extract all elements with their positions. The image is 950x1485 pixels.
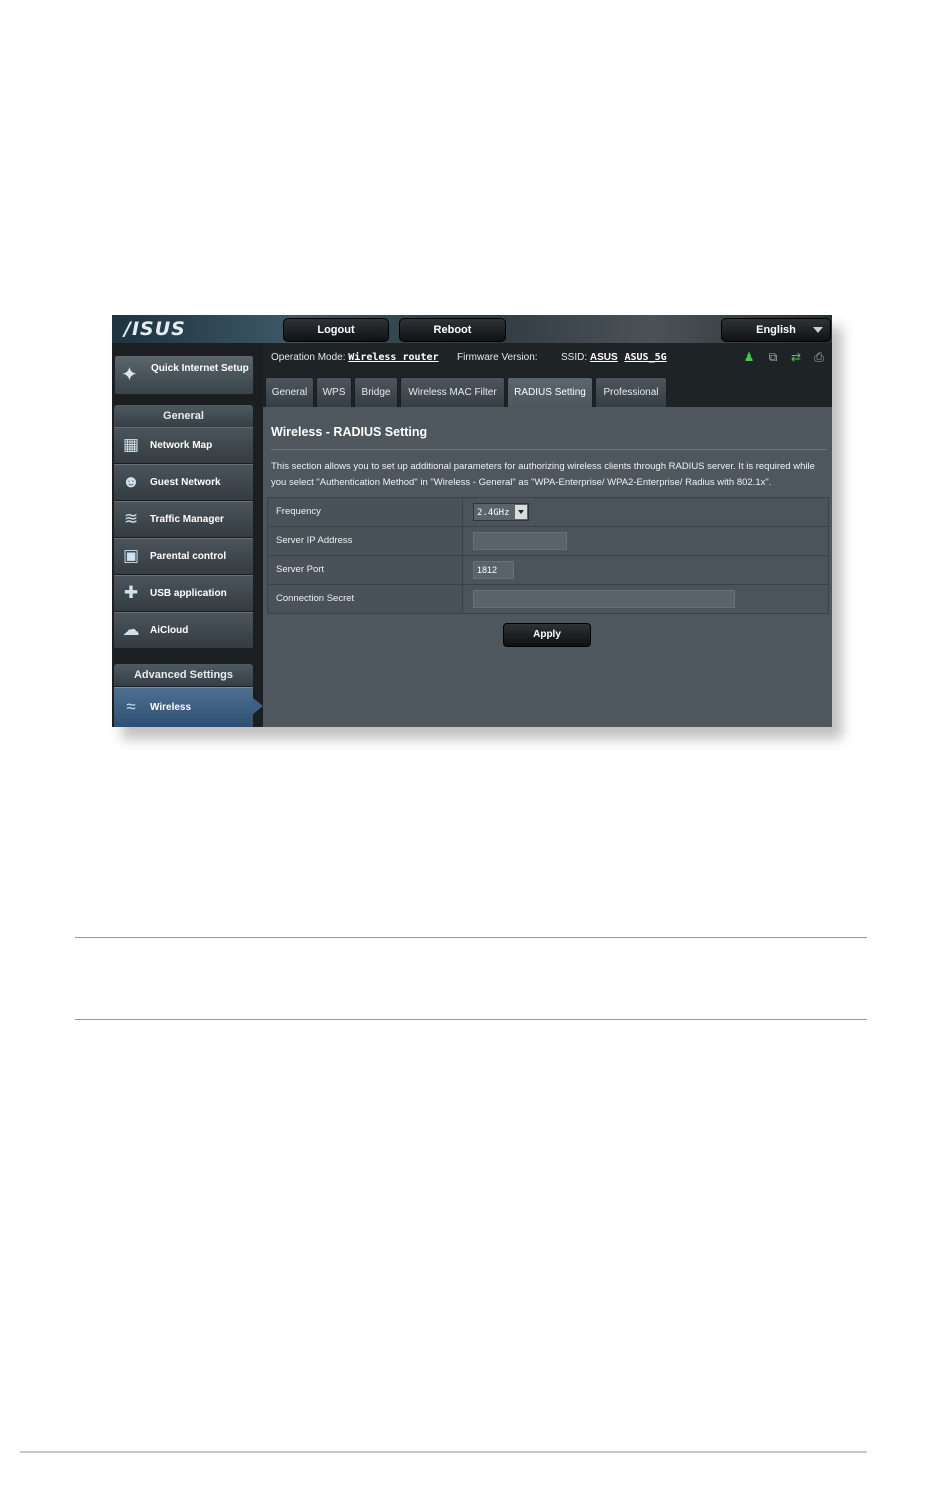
description-line-1: This section allows you to set up additi… — [271, 461, 815, 472]
form-row-server-port: Server Port — [268, 556, 828, 585]
server-ip-label: Server IP Address — [268, 527, 463, 555]
sidebar-item-guest-network[interactable]: ☻ Guest Network — [114, 464, 253, 501]
form-row-frequency: Frequency 2.4GHz — [268, 498, 828, 527]
cloud-icon: ☁ — [122, 620, 140, 639]
frequency-select[interactable]: 2.4GHz — [473, 503, 529, 521]
sidebar-item-label: Guest Network — [150, 477, 221, 488]
user-status-icon[interactable]: ♟ — [741, 349, 757, 365]
tab-professional[interactable]: Professional — [595, 377, 667, 407]
ssid-info: SSID: ASUS ASUS_5G — [561, 352, 667, 363]
devices-status-icon[interactable]: ⧉ — [765, 349, 781, 365]
wifi-icon: ≈ — [126, 697, 136, 716]
page-description: This section allows you to set up additi… — [271, 459, 831, 491]
sidebar-item-label: Parental control — [150, 551, 227, 562]
advanced-settings-heading: Advanced Settings — [114, 664, 253, 686]
operation-mode-label: Operation Mode: — [271, 352, 346, 363]
document-rule-middle — [75, 1019, 867, 1020]
chevron-down-icon — [515, 505, 527, 519]
description-line-2: you select "Authentication Method" in "W… — [271, 477, 772, 488]
operation-mode: Operation Mode: Wireless router — [271, 352, 439, 363]
title-divider — [271, 449, 827, 450]
general-heading: General — [114, 405, 253, 427]
usb-status-icon[interactable]: ⇄ — [788, 349, 804, 365]
sidebar-item-network-map[interactable]: ▦ Network Map — [114, 427, 253, 464]
ssid-link-1[interactable]: ASUS — [590, 352, 618, 363]
server-port-input[interactable] — [473, 561, 514, 579]
top-bar: /ISUS Logout Reboot English — [112, 315, 832, 343]
page-title: Wireless - RADIUS Setting — [271, 425, 428, 439]
network-map-icon: ▦ — [122, 435, 140, 454]
sidebar-item-wireless[interactable]: ≈ Wireless — [114, 687, 263, 727]
document-rule-bottom — [20, 1451, 867, 1453]
sidebar-item-parental-control[interactable]: ▣ Parental control — [114, 538, 253, 575]
server-port-label: Server Port — [268, 556, 463, 584]
chevron-down-icon — [813, 327, 823, 333]
logout-button[interactable]: Logout — [283, 318, 389, 342]
frequency-value: 2.4GHz — [477, 508, 510, 518]
quick-internet-setup-label: Quick Internet Setup — [151, 363, 249, 374]
tab-general[interactable]: General — [265, 377, 314, 407]
sidebar-item-traffic-manager[interactable]: ≋ Traffic Manager — [114, 501, 253, 538]
language-value: English — [756, 324, 796, 336]
tab-wireless-mac-filter[interactable]: Wireless MAC Filter — [400, 377, 505, 407]
guest-network-icon: ☻ — [122, 472, 140, 491]
usb-puzzle-icon: ✚ — [123, 583, 139, 602]
wand-icon: ✦ — [121, 364, 138, 386]
firmware-version-label: Firmware Version: — [457, 352, 538, 363]
asus-logo: /ISUS — [124, 318, 186, 340]
sidebar-item-aicloud[interactable]: ☁ AiCloud — [114, 612, 253, 649]
sidebar-item-label: USB application — [150, 588, 227, 599]
router-admin-screenshot: /ISUS Logout Reboot English ✦ Quick Inte… — [112, 315, 832, 727]
frequency-label: Frequency — [268, 498, 463, 526]
sidebar: ✦ Quick Internet Setup General ▦ Network… — [112, 343, 263, 727]
form-row-server-ip: Server IP Address — [268, 527, 828, 556]
ssid-label: SSID: — [561, 352, 588, 363]
form-row-connection-secret: Connection Secret — [268, 585, 828, 613]
parental-lock-icon: ▣ — [122, 546, 140, 565]
status-bar: Operation Mode: Wireless router Firmware… — [263, 343, 832, 376]
printer-status-icon[interactable]: ⎙ — [811, 349, 827, 365]
ssid-link-2[interactable]: ASUS_5G — [624, 352, 666, 363]
document-rule-top — [75, 937, 867, 938]
tab-wps[interactable]: WPS — [316, 377, 352, 407]
radius-settings-form: Frequency 2.4GHz Server IP Address Serve… — [267, 497, 829, 614]
traffic-manager-icon: ≋ — [123, 509, 139, 528]
sidebar-item-usb-application[interactable]: ✚ USB application — [114, 575, 253, 612]
operation-mode-link[interactable]: Wireless router — [348, 352, 438, 363]
tab-bridge[interactable]: Bridge — [354, 377, 398, 407]
sidebar-item-label: Traffic Manager — [150, 514, 224, 525]
connection-secret-input[interactable] — [473, 590, 735, 608]
reboot-button[interactable]: Reboot — [399, 318, 506, 342]
server-ip-input[interactable] — [473, 532, 567, 550]
quick-internet-setup-button[interactable]: ✦ Quick Internet Setup — [114, 355, 254, 395]
sidebar-item-label: AiCloud — [150, 625, 189, 636]
language-select[interactable]: English — [721, 318, 831, 342]
tab-radius-setting[interactable]: RADIUS Setting — [507, 377, 593, 407]
apply-button[interactable]: Apply — [503, 623, 591, 647]
connection-secret-label: Connection Secret — [268, 585, 463, 613]
active-indicator-arrow — [253, 698, 263, 714]
sidebar-item-label: Wireless — [150, 702, 192, 713]
main-content: Wireless - RADIUS Setting This section a… — [263, 407, 832, 727]
tab-bar: General WPS Bridge Wireless MAC Filter R… — [263, 376, 832, 407]
sidebar-item-label: Network Map — [150, 440, 213, 451]
